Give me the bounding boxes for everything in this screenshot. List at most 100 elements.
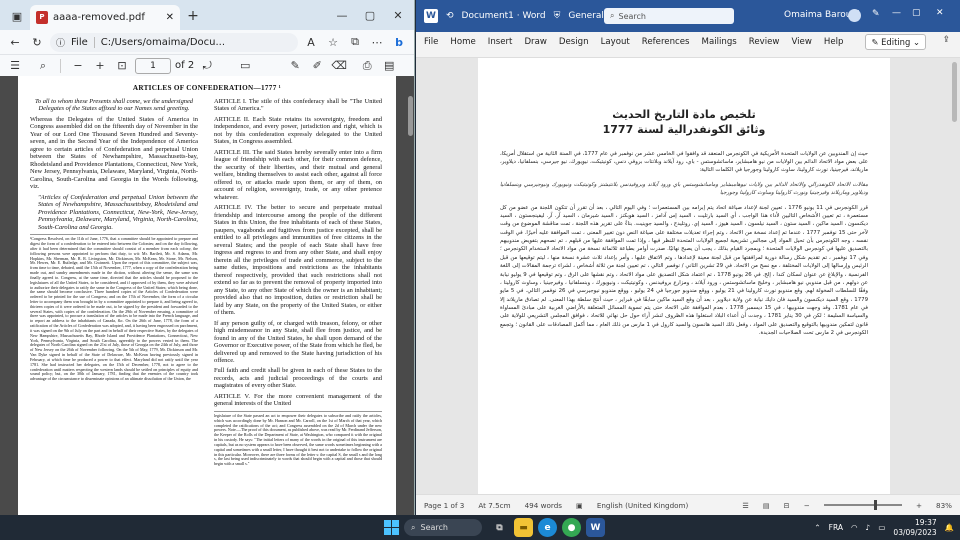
address-bar[interactable]: ⓘ File C:/Users/omaima/Docu... (50, 32, 298, 52)
contents-icon[interactable]: ☰ (6, 57, 24, 75)
notification-icon[interactable]: 🔔 (945, 523, 954, 532)
edge-icon[interactable]: e (538, 518, 557, 537)
search-icon: ⌕ (411, 522, 416, 532)
clock[interactable]: 19:37 03/09/2023 (893, 518, 936, 537)
minimize-icon[interactable]: — (892, 8, 901, 18)
pdf-page: ARTICLES OF CONFEDERATION—1777 ¹ To all … (18, 76, 396, 515)
copilot-icon[interactable]: b (390, 33, 408, 51)
proofing-icon[interactable]: ▣ (576, 501, 583, 510)
pdf-articles-quote: "Articles of Confederation and perpetual… (38, 193, 198, 231)
sensitivity-label[interactable]: General (568, 11, 603, 21)
page-count[interactable]: Page 1 of 3 (424, 501, 464, 510)
file-explorer-icon[interactable]: ▬ (514, 518, 533, 537)
sidebar-toggle-icon[interactable]: ▣ (8, 7, 26, 25)
tab-insert[interactable]: Insert (488, 37, 513, 47)
page-view-icon[interactable]: ▭ (236, 57, 254, 75)
read-aloud-icon[interactable]: A (302, 33, 320, 51)
pdf-footnote: ¹Congress Resolved, on the 11th of June,… (30, 234, 198, 382)
search-box[interactable]: ⌕ Search (604, 8, 734, 24)
pdf-intro: To all to whom these Presents shall come… (34, 98, 194, 113)
tab-layout[interactable]: Layout (601, 37, 630, 47)
page-total: of 2 (175, 60, 195, 71)
tab-view[interactable]: View (791, 37, 811, 47)
address-bar-row: ← ↻ ⓘ File C:/Users/omaima/Docu... A ☆ ⧉… (0, 30, 414, 54)
draw-icon[interactable]: ✐ (308, 57, 326, 75)
document-canvas[interactable]: تلخيص مادة التاريخ الحديث وثائق الكونفدر… (416, 58, 960, 494)
tab-references[interactable]: References (642, 37, 690, 47)
pdf-article-3: ARTICLE III. The said States hereby seve… (214, 148, 382, 201)
page-number-input[interactable]: 1 (135, 57, 171, 74)
edge-window: ▣ P aaaa-removed.pdf ✕ + — ▢ ✕ ← ↻ ⓘ Fil… (0, 0, 415, 515)
url-text: C:/Users/omaima/Docu... (100, 36, 226, 48)
pdf-left-column: To all to whom these Presents shall come… (30, 98, 198, 385)
document-scrollbar[interactable] (952, 62, 957, 122)
tab-home[interactable]: Home (450, 37, 475, 47)
pdf-scrollbar[interactable] (408, 96, 413, 136)
avatar[interactable] (848, 9, 861, 22)
document-page[interactable]: تلخيص مادة التاريخ الحديث وثائق الكونفدر… (478, 58, 890, 494)
word-app-icon[interactable]: W (586, 518, 605, 537)
zoom-out-icon[interactable]: − (804, 501, 810, 510)
rotate-icon[interactable]: ⤾ (198, 57, 216, 75)
pen-icon[interactable]: ✎ (872, 9, 880, 19)
zoom-slider[interactable] (823, 500, 902, 510)
close-tab-icon[interactable]: ✕ (166, 12, 174, 23)
pdf-footnote-continued: legislature of the State passed an act t… (214, 410, 382, 467)
pdf-article-4-extradition: If any person guilty of, or charged with… (214, 319, 382, 364)
highlight-icon[interactable]: ✎ (286, 57, 304, 75)
collections-icon[interactable]: ⧉ (346, 33, 364, 51)
zoom-slider-thumb[interactable] (873, 500, 877, 510)
word-count[interactable]: 494 words (525, 501, 562, 510)
wifi-icon[interactable]: ◠ (851, 523, 858, 532)
chevron-up-icon[interactable]: ⌃ (814, 523, 820, 532)
taskbar-search[interactable]: ⌕ Search (404, 519, 482, 536)
fit-page-icon[interactable]: ⊡ (113, 57, 131, 75)
erase-icon[interactable]: ⌫ (330, 57, 348, 75)
zoom-in-icon[interactable]: + (916, 501, 922, 510)
volume-icon[interactable]: ♪ (866, 523, 871, 532)
maximize-icon[interactable]: ▢ (912, 8, 921, 18)
task-view-icon[interactable]: ⧉ (490, 518, 509, 537)
save-icon[interactable]: ▤ (380, 57, 398, 75)
web-layout-icon[interactable]: ⊟ (784, 501, 790, 510)
tab-design[interactable]: Design (559, 37, 589, 47)
tab-help[interactable]: Help (824, 37, 844, 47)
document-paragraph-3: قرر الكونجرس في 11 يونيو 1776 ، تعيين لج… (500, 204, 869, 337)
maximize-icon[interactable]: ▢ (360, 5, 380, 25)
print-layout-icon[interactable]: ▤ (763, 501, 770, 510)
zoom-level[interactable]: 83% (936, 501, 952, 510)
language[interactable]: English (United Kingdom) (597, 501, 689, 510)
tab-file[interactable]: File (424, 37, 438, 47)
back-icon[interactable]: ← (6, 33, 24, 51)
autosave-icon[interactable]: ⟲ (446, 11, 454, 21)
more-icon[interactable]: ⋯ (368, 33, 386, 51)
close-window-icon[interactable]: ✕ (388, 5, 408, 25)
tab-mailings[interactable]: Mailings (702, 37, 737, 47)
chrome-icon[interactable]: ● (562, 518, 581, 537)
status-bar: Page 1 of 3 At 7.5cm 494 words ▣ English… (416, 494, 960, 515)
start-icon[interactable] (384, 520, 399, 535)
minimize-icon[interactable]: — (332, 5, 352, 25)
search-placeholder: Search (618, 11, 646, 21)
keyboard-language[interactable]: FRA (829, 523, 843, 532)
print-icon[interactable]: ⎙ (358, 57, 376, 75)
focus-icon[interactable]: ☰ (742, 501, 748, 510)
system-tray: ⌃ FRA ◠ ♪ ▭ 19:37 03/09/2023 🔔 (814, 515, 954, 540)
tab-draw[interactable]: Draw (524, 37, 546, 47)
find-icon[interactable]: ⌕ (34, 57, 52, 75)
new-tab-icon[interactable]: + (184, 7, 202, 25)
zoom-in-icon[interactable]: + (91, 57, 109, 75)
close-window-icon[interactable]: ✕ (936, 8, 944, 18)
app-title[interactable]: Document1 · Word (462, 11, 546, 21)
tab-pdf[interactable]: P aaaa-removed.pdf ✕ (30, 5, 180, 30)
battery-icon[interactable]: ▭ (878, 523, 885, 532)
editing-mode-button[interactable]: ✎ Editing ⌄ (865, 34, 926, 50)
share-icon[interactable]: ⇪ (943, 35, 950, 45)
refresh-icon[interactable]: ↻ (28, 33, 46, 51)
pdf-article-4-faith: Full faith and credit shall be given in … (214, 367, 382, 390)
word-logo-icon: W (424, 9, 438, 23)
zoom-out-icon[interactable]: − (69, 57, 87, 75)
tab-review[interactable]: Review (749, 37, 780, 47)
favorite-icon[interactable]: ☆ (324, 33, 342, 51)
pdf-viewport[interactable]: ARTICLES OF CONFEDERATION—1777 ¹ To all … (0, 76, 414, 515)
